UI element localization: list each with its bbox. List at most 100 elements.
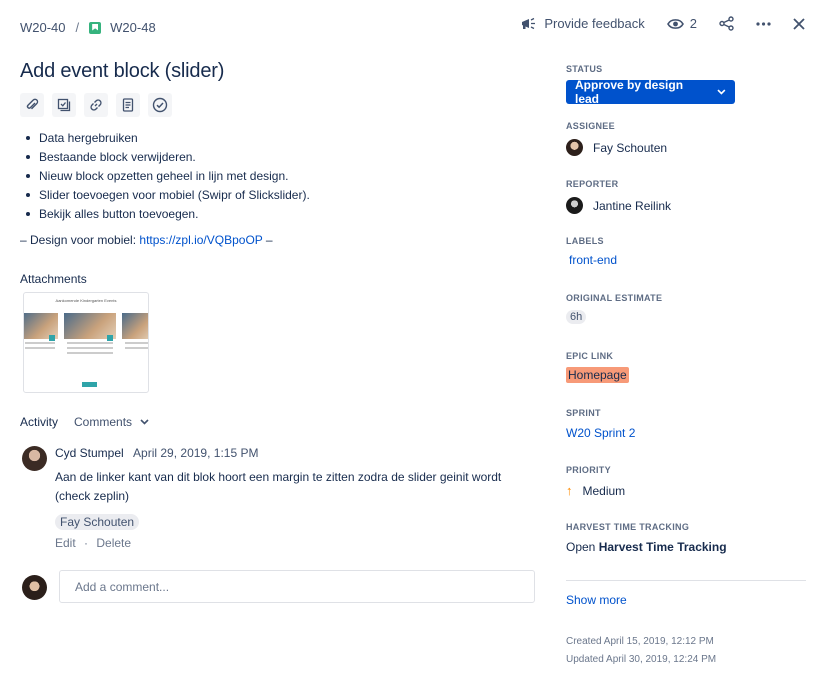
label-tag[interactable]: front-end	[566, 252, 620, 268]
comment-actions: Edit · Delete	[55, 536, 535, 550]
description-item: Data hergebruiken	[20, 129, 520, 148]
watch-button[interactable]: 2	[666, 16, 697, 31]
labels-label: LABELS	[566, 236, 604, 246]
attachment-thumbnail[interactable]: Aankomende Kindergarten Events	[23, 292, 149, 393]
add-comment-input[interactable]	[59, 570, 535, 603]
estimate-value[interactable]: 6h	[566, 310, 587, 324]
activity-header: Activity Comments	[20, 415, 149, 429]
header-actions: Provide feedback 2	[498, 16, 805, 31]
comment-author[interactable]: Cyd Stumpel	[55, 446, 124, 460]
create-subtask-button[interactable]	[52, 93, 76, 117]
eye-icon	[666, 18, 684, 29]
description-item: Nieuw block opzetten geheel in lijn met …	[20, 167, 520, 186]
issue-title[interactable]: Add event block (slider)	[20, 60, 224, 83]
priority-field: PRIORITY ↑ Medium	[566, 465, 625, 498]
status-value: Approve by design lead	[575, 78, 684, 106]
thumbnail-title: Aankomende Kindergarten Events	[55, 298, 117, 303]
chevron-down-icon	[140, 419, 149, 425]
estimate-label: ORIGINAL ESTIMATE	[566, 293, 663, 303]
breadcrumb-separator: /	[75, 20, 80, 35]
subtask-icon	[57, 98, 71, 112]
link-issue-button[interactable]	[84, 93, 108, 117]
epic-link-field: EPIC LINK Homepage	[566, 351, 629, 384]
link-icon	[90, 99, 102, 111]
story-icon	[89, 21, 102, 34]
comment-date: April 29, 2019, 1:15 PM	[133, 446, 259, 460]
assignee-name: Fay Schouten	[593, 140, 668, 155]
attach-button[interactable]	[20, 93, 44, 117]
design-link[interactable]: https://zpl.io/VQBpoOP	[139, 233, 262, 247]
thumbnail-card	[24, 313, 58, 373]
comment-actions-separator: ·	[84, 536, 89, 550]
reporter-label: REPORTER	[566, 179, 619, 189]
sprint-field: SPRINT W20 Sprint 2	[566, 408, 635, 440]
activity-label: Activity	[20, 415, 59, 429]
current-user-avatar	[22, 575, 47, 600]
assignee-user[interactable]: Fay Schouten	[566, 139, 667, 156]
comment: Cyd Stumpel April 29, 2019, 1:15 PM Aan …	[55, 446, 535, 550]
breadcrumb-parent-link[interactable]: W20-40	[20, 20, 66, 35]
description-list: Data hergebruiken Bestaande block verwij…	[20, 129, 520, 224]
megaphone-icon	[522, 17, 536, 29]
attachments-heading: Attachments	[20, 272, 87, 286]
share-icon	[719, 16, 734, 31]
estimate-field: ORIGINAL ESTIMATE 6h	[566, 293, 662, 325]
reporter-user[interactable]: Jantine Reilink	[566, 197, 671, 214]
design-prefix: – Design voor mobiel:	[20, 233, 140, 247]
epic-link-badge[interactable]: Homepage	[566, 367, 629, 383]
harvest-strong: Harvest Time Tracking	[598, 540, 727, 554]
timestamps: Created April 15, 2019, 12:12 PM Updated…	[566, 633, 716, 669]
sprint-label: SPRINT	[566, 408, 601, 418]
show-more-link[interactable]: Show more	[566, 593, 627, 607]
design-link-line: – Design voor mobiel: https://zpl.io/VQB…	[20, 231, 520, 250]
more-actions-button[interactable]	[756, 21, 771, 26]
harvest-field: HARVEST TIME TRACKING Open Harvest Time …	[566, 522, 727, 554]
issue-description[interactable]: Data hergebruiken Bestaande block verwij…	[20, 129, 520, 250]
harvest-prefix: Open	[566, 540, 596, 554]
edit-comment-link[interactable]: Edit	[55, 536, 76, 550]
commenter-avatar	[22, 446, 47, 471]
sidebar-divider	[566, 580, 806, 581]
page-icon	[122, 98, 134, 112]
check-circle-icon	[152, 97, 168, 113]
breadcrumb: W20-40 / W20-48	[20, 20, 156, 35]
description-item: Slider toevoegen voor mobiel (Swipr of S…	[20, 186, 520, 205]
issue-header: W20-40 / W20-48 Provide feedback 2	[0, 0, 825, 56]
status-dropdown[interactable]: Approve by design lead	[566, 78, 735, 106]
provide-feedback-button[interactable]: Provide feedback	[520, 16, 645, 31]
status-field: STATUS Approve by design lead	[566, 64, 735, 106]
priority-value[interactable]: ↑ Medium	[566, 483, 625, 498]
thumbnail-card	[64, 313, 116, 373]
reporter-avatar	[566, 197, 583, 214]
watchers-count: 2	[689, 16, 697, 31]
labels-field: LABELS front-end	[566, 236, 620, 269]
thumbnail-card	[122, 313, 148, 373]
priority-label: PRIORITY	[566, 465, 611, 475]
comment-meta: Cyd Stumpel April 29, 2019, 1:15 PM	[55, 446, 535, 460]
updated-timestamp: Updated April 30, 2019, 12:24 PM	[566, 654, 717, 665]
thumbnail-button	[82, 382, 97, 387]
activity-filter-dropdown[interactable]: Comments	[74, 415, 149, 429]
assignee-avatar	[566, 139, 583, 156]
chevron-down-icon	[717, 89, 726, 95]
breadcrumb-current-link[interactable]: W20-48	[110, 20, 156, 35]
reporter-name: Jantine Reilink	[593, 198, 672, 213]
share-button[interactable]	[719, 16, 734, 31]
description-item: Bestaande block verwijderen.	[20, 148, 520, 167]
reporter-field: REPORTER Jantine Reilink	[566, 179, 671, 214]
issue-toolbar	[20, 93, 180, 117]
sprint-link[interactable]: W20 Sprint 2	[566, 426, 635, 440]
assignee-field: ASSIGNEE Fay Schouten	[566, 121, 667, 156]
harvest-label: HARVEST TIME TRACKING	[566, 522, 690, 532]
design-suffix: –	[262, 233, 273, 247]
close-icon	[793, 17, 805, 30]
add-content-button[interactable]	[116, 93, 140, 117]
assignee-label: ASSIGNEE	[566, 121, 615, 131]
paperclip-icon	[26, 98, 39, 110]
harvest-open-link[interactable]: Open Harvest Time Tracking	[566, 540, 727, 554]
delete-comment-link[interactable]: Delete	[96, 536, 131, 550]
checklist-button[interactable]	[148, 93, 172, 117]
created-timestamp: Created April 15, 2019, 12:12 PM	[566, 636, 714, 647]
close-button[interactable]	[793, 17, 805, 30]
mention-chip[interactable]: Fay Schouten	[55, 514, 140, 530]
